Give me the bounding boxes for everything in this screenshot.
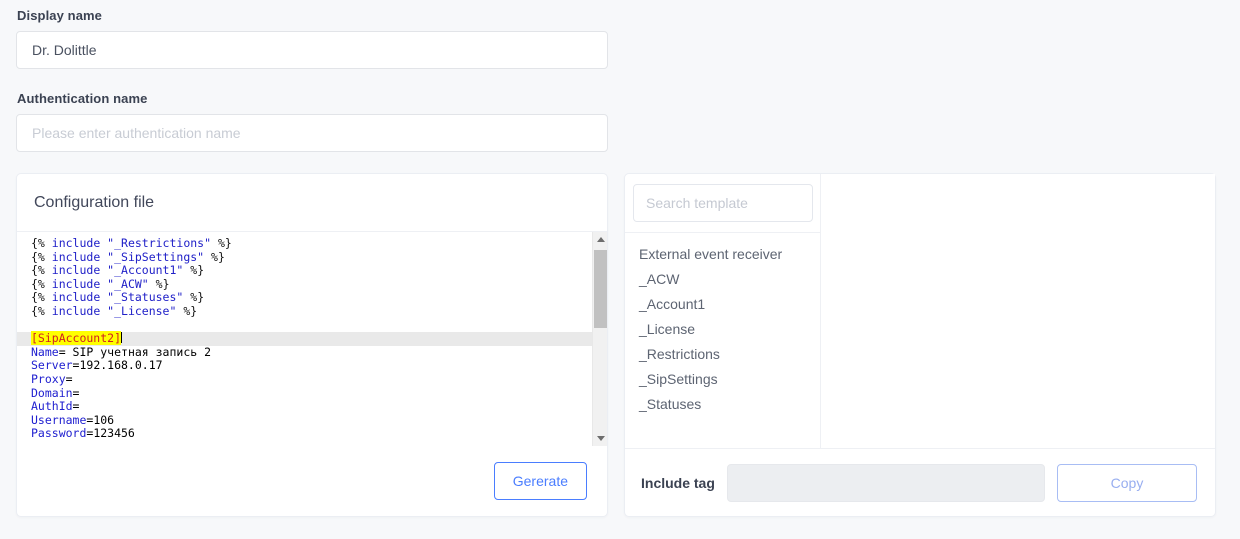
scroll-up-icon[interactable] bbox=[593, 232, 607, 247]
code-line: Proxy= bbox=[31, 371, 73, 386]
code-line: Username=106 bbox=[31, 412, 115, 427]
template-list-item[interactable]: _Account1 bbox=[625, 292, 820, 317]
editor-scrollbar[interactable] bbox=[592, 232, 607, 446]
template-preview-panel bbox=[821, 174, 1215, 448]
code-line: Password=123456 bbox=[31, 426, 135, 441]
include-tag-row: Include tag Copy bbox=[625, 448, 1215, 516]
account-form: Display name Dr. Dolittle Authentication… bbox=[0, 0, 1240, 152]
panels-row: Configuration file {% include "_Restrict… bbox=[0, 152, 1240, 517]
code-editor[interactable]: {% include "_Restrictions" %} {% include … bbox=[17, 232, 607, 446]
template-body: External event receiver_ACW_Account1_Lic… bbox=[625, 174, 1215, 448]
template-list: External event receiver _ACW _Account1 _Lic… bbox=[625, 233, 820, 417]
template-list-item[interactable]: _License bbox=[625, 317, 820, 342]
include-tag-input[interactable] bbox=[726, 463, 1045, 502]
template-card: External event receiver_ACW_Account1_Lic… bbox=[624, 173, 1216, 517]
code-line: Server=192.168.0.17 bbox=[31, 358, 163, 373]
code-line: {% include "_License" %} bbox=[31, 303, 198, 318]
copy-button[interactable]: Copy bbox=[1057, 463, 1197, 502]
display-name-label: Display name bbox=[17, 8, 103, 23]
code-line: [SipAccount2] bbox=[17, 331, 607, 346]
generate-button[interactable]: Gererate bbox=[493, 462, 587, 500]
template-list-item[interactable]: _ACW bbox=[625, 267, 820, 292]
code-line: {% include "_Restrictions" %} bbox=[31, 236, 232, 250]
configuration-file-actions: Gererate bbox=[17, 446, 607, 516]
code-content[interactable]: {% include "_Restrictions" %} {% include … bbox=[17, 236, 607, 441]
code-line: {% include "_ACW" %} bbox=[31, 276, 170, 291]
include-tag-label: Include tag bbox=[641, 474, 715, 491]
template-list-item[interactable]: External event receiver bbox=[625, 242, 820, 267]
code-line: Domain= bbox=[31, 385, 80, 400]
template-list-item[interactable]: _SipSettings bbox=[625, 367, 820, 392]
display-name-input[interactable]: Dr. Dolittle bbox=[16, 31, 608, 69]
authentication-name-label: Authentication name bbox=[17, 91, 148, 106]
template-search-row bbox=[625, 174, 820, 233]
configuration-file-card: Configuration file {% include "_Restrict… bbox=[16, 173, 608, 517]
code-line: AuthId= bbox=[31, 399, 80, 414]
scrollbar-thumb[interactable] bbox=[594, 250, 607, 328]
template-list-item[interactable]: _Restrictions bbox=[625, 342, 820, 367]
code-line: {% include "_Account1" %} bbox=[31, 263, 205, 278]
template-list-column: External event receiver_ACW_Account1_Lic… bbox=[625, 174, 821, 448]
scroll-down-icon[interactable] bbox=[593, 431, 607, 446]
template-list-item[interactable]: _Statuses bbox=[625, 392, 820, 417]
code-line: Name= SIP учетная запись 2 bbox=[31, 344, 212, 359]
code-line: {% include "_Statuses" %} bbox=[31, 290, 205, 305]
configuration-file-title: Configuration file bbox=[17, 174, 607, 232]
search-input[interactable] bbox=[634, 185, 812, 221]
code-line: {% include "_SipSettings" %} bbox=[31, 249, 225, 264]
authentication-name-input[interactable]: Please enter authentication name bbox=[16, 114, 608, 152]
template-search-group[interactable] bbox=[633, 184, 813, 222]
